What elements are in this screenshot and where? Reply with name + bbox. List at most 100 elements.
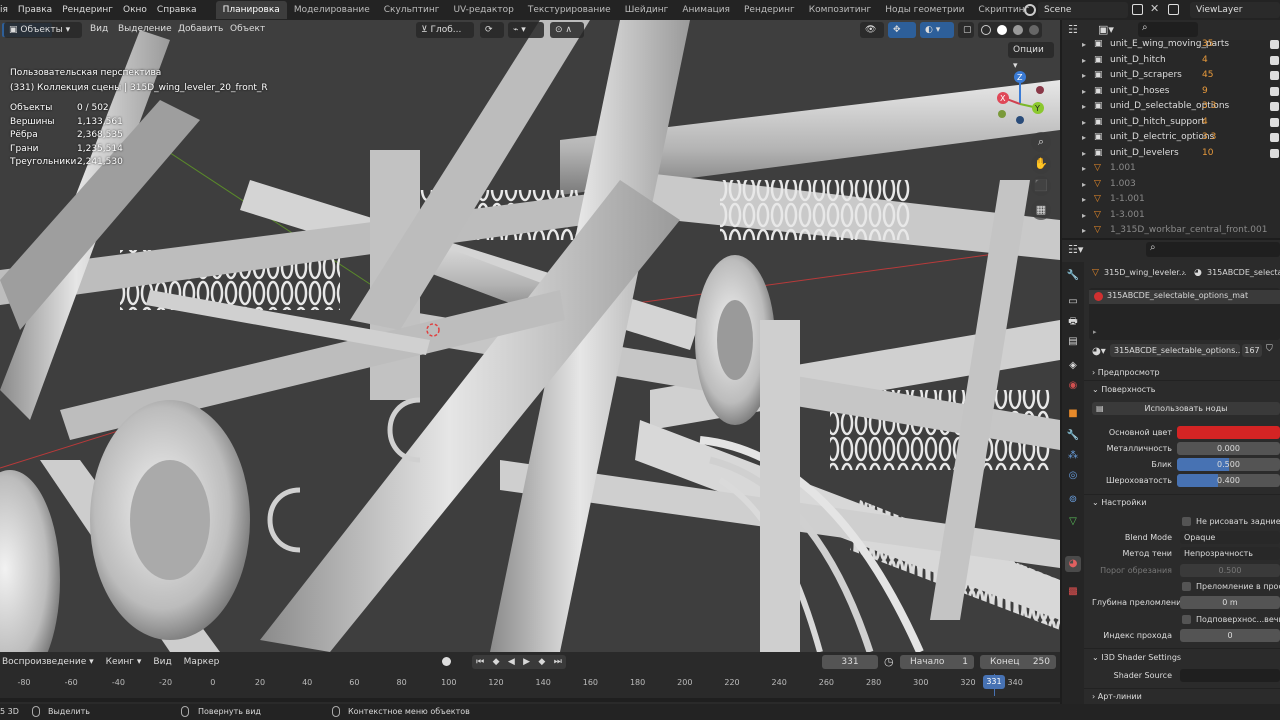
material-breadcrumb[interactable]: 315ABCDE_selectable bbox=[1207, 268, 1280, 277]
exclude-checkbox[interactable] bbox=[1270, 117, 1279, 127]
display-mode-icon[interactable]: ▣▾ bbox=[1098, 23, 1114, 36]
scene-selector[interactable]: Scene bbox=[1038, 2, 1128, 18]
material-icon[interactable] bbox=[1013, 25, 1023, 35]
backface-culling-checkbox[interactable] bbox=[1182, 517, 1191, 526]
refraction-depth-field[interactable]: 0 m bbox=[1180, 596, 1280, 609]
marker-menu[interactable]: Маркер bbox=[178, 657, 226, 667]
tab-modeling[interactable]: Моделирование bbox=[287, 1, 377, 19]
proportional-edit-toggle[interactable]: ⊙ ∧ bbox=[550, 22, 584, 38]
settings-section-header[interactable]: ⌄ Настройки bbox=[1092, 498, 1146, 507]
record-button[interactable] bbox=[442, 657, 451, 666]
mode-selector[interactable]: ▣ Объекты ▾ bbox=[4, 22, 82, 38]
tab-rendering[interactable]: Рендеринг bbox=[737, 1, 802, 19]
expand-arrow-icon[interactable]: ▸ bbox=[1082, 177, 1086, 193]
expand-arrow-icon[interactable]: ▸ bbox=[1082, 161, 1086, 177]
expand-arrow-icon[interactable]: ▸ bbox=[1082, 84, 1086, 100]
playback-menu[interactable]: Воспроизведение ▾ bbox=[0, 657, 100, 667]
wireframe-icon[interactable] bbox=[981, 25, 991, 35]
exclude-checkbox[interactable] bbox=[1270, 102, 1279, 111]
modifier-tab-icon[interactable]: 🔧 bbox=[1065, 428, 1081, 444]
menu-add[interactable]: Добавить bbox=[172, 24, 229, 34]
pass-index-field[interactable]: 0 bbox=[1180, 629, 1280, 642]
menu-view[interactable]: Вид bbox=[84, 24, 114, 34]
expand-arrow-icon[interactable]: ▸ bbox=[1082, 37, 1086, 53]
prev-keyframe-icon[interactable]: ◆ bbox=[493, 657, 500, 667]
pivot-point-dropdown[interactable]: ⟳ bbox=[480, 22, 504, 38]
navigation-gizmo[interactable]: Z Y X bbox=[990, 68, 1050, 128]
material-browse-icon[interactable]: ◕▾ bbox=[1092, 346, 1106, 357]
metallic-slider[interactable]: 0.000 bbox=[1177, 442, 1280, 455]
render-tab-icon[interactable]: ▭ bbox=[1065, 294, 1081, 310]
output-tab-icon[interactable]: 🖶 bbox=[1065, 314, 1081, 330]
roughness-slider[interactable]: 0.400 bbox=[1177, 474, 1280, 487]
material-slot-row[interactable]: 315ABCDE_selectable_options_mat bbox=[1089, 290, 1280, 304]
outliner-object-row[interactable]: ▸ ▽ 1_315D_workbar_central_front.001 bbox=[1062, 223, 1280, 238]
screen-refraction-checkbox[interactable] bbox=[1182, 582, 1191, 591]
exclude-checkbox[interactable] bbox=[1270, 133, 1279, 142]
solid-icon[interactable] bbox=[997, 25, 1007, 35]
view-menu[interactable]: Вид bbox=[147, 657, 177, 667]
outliner-object-row[interactable]: ▸ ▽ 1.001 bbox=[1062, 161, 1280, 177]
material-name-field[interactable]: 315ABCDE_selectable_options... bbox=[1110, 344, 1240, 357]
overlays-toggle[interactable]: ◐ ▾ bbox=[920, 22, 954, 38]
new-scene-icon[interactable] bbox=[1132, 4, 1143, 15]
expand-arrow-icon[interactable]: ▸ bbox=[1082, 146, 1086, 162]
specular-slider[interactable]: 0.500 bbox=[1177, 458, 1280, 471]
shadow-mode-dropdown[interactable]: Непрозрачность bbox=[1180, 547, 1280, 560]
physics-tab-icon[interactable]: ◎ bbox=[1065, 468, 1081, 484]
play-reverse-icon[interactable]: ◀ bbox=[508, 657, 515, 667]
expand-arrow-icon[interactable]: ▸ bbox=[1082, 192, 1086, 208]
3d-viewport[interactable]: ▣ Объекты ▾ Вид Выделение Добавить Объек… bbox=[0, 20, 1060, 652]
shading-modes[interactable] bbox=[978, 22, 1042, 38]
menu-window[interactable]: Окно bbox=[118, 5, 152, 15]
object-breadcrumb[interactable]: 315D_wing_leveler... bbox=[1104, 268, 1186, 277]
particles-tab-icon[interactable]: ⁂ bbox=[1065, 448, 1081, 464]
outliner-collection-row[interactable]: ▸ ▣ unit_D_scrapers 45 bbox=[1062, 68, 1280, 84]
menu-object[interactable]: Объект bbox=[224, 24, 271, 34]
clock-icon[interactable]: ◷ bbox=[884, 655, 894, 668]
outliner-collection-row[interactable]: ▸ ▣ unit_D_hoses 9 bbox=[1062, 84, 1280, 100]
exclude-checkbox[interactable] bbox=[1270, 55, 1279, 65]
menu-select[interactable]: Выделение bbox=[112, 24, 178, 34]
outliner-collection-row[interactable]: ▸ ▣ unit_E_wing_moving_parts 35 bbox=[1062, 37, 1280, 53]
snap-toggle[interactable]: ⌁ ▾ bbox=[508, 22, 544, 38]
view-layer-tab-icon[interactable]: ▤ bbox=[1065, 334, 1081, 350]
expand-arrow-icon[interactable]: ▸ bbox=[1082, 208, 1086, 224]
exclude-checkbox[interactable] bbox=[1270, 40, 1279, 49]
transform-orientation-dropdown[interactable]: ⊻ Глоб... bbox=[416, 22, 474, 38]
use-nodes-button[interactable]: ▤ Использовать ноды bbox=[1092, 402, 1280, 415]
menu-file[interactable]: ія bbox=[0, 5, 13, 15]
gizmo-toggle[interactable]: ✥ bbox=[888, 22, 916, 38]
expand-arrow-icon[interactable]: ▸ bbox=[1082, 130, 1086, 146]
material-slot-list[interactable]: 315ABCDE_selectable_options_mat ▸ bbox=[1089, 288, 1280, 340]
outliner-collection-row[interactable]: ▸ ▣ unit_D_levelers 10 bbox=[1062, 146, 1280, 162]
expand-arrow-icon[interactable]: ▸ bbox=[1082, 115, 1086, 131]
subsurface-translucency-checkbox[interactable] bbox=[1182, 615, 1191, 624]
lineart-section-header[interactable]: › Арт-линии bbox=[1092, 692, 1142, 701]
tab-texture-paint[interactable]: Текстурирование bbox=[521, 1, 618, 19]
base-color-swatch[interactable] bbox=[1177, 426, 1280, 439]
world-tab-icon[interactable]: ◉ bbox=[1065, 378, 1081, 394]
menu-render[interactable]: Рендеринг bbox=[57, 5, 118, 15]
tab-compositing[interactable]: Композитинг bbox=[802, 1, 878, 19]
outliner-collection-row[interactable]: ▸ ▣ unid_D_selectable_options 3 3 bbox=[1062, 99, 1280, 115]
i3d-shader-section-header[interactable]: ⌄ I3D Shader Settings bbox=[1092, 653, 1181, 662]
tab-sculpting[interactable]: Скульптинг bbox=[377, 1, 447, 19]
expand-arrow-icon[interactable]: ▸ bbox=[1082, 99, 1086, 115]
options-button[interactable]: Опции ▾ bbox=[1008, 42, 1054, 71]
editor-type-icon[interactable]: ☷ bbox=[1068, 23, 1078, 36]
object-tab-icon[interactable]: ■ bbox=[1065, 406, 1081, 422]
current-frame-field[interactable]: 331 bbox=[822, 655, 878, 669]
scene-tab-icon[interactable]: ◈ bbox=[1065, 358, 1081, 374]
expand-arrow-icon[interactable]: ▸ bbox=[1082, 53, 1086, 69]
exclude-checkbox[interactable] bbox=[1270, 86, 1279, 96]
material-users-count[interactable]: 167 bbox=[1242, 344, 1262, 357]
material-tab-icon[interactable]: ◕ bbox=[1065, 556, 1081, 572]
menu-help[interactable]: Справка bbox=[152, 5, 202, 15]
outliner-object-row[interactable]: ▸ ▽ 1.003 bbox=[1062, 177, 1280, 193]
expand-arrow-icon[interactable]: ▸ bbox=[1082, 223, 1086, 238]
texture-tab-icon[interactable]: ▩ bbox=[1065, 584, 1081, 600]
timeline-scrollbar[interactable] bbox=[0, 698, 1060, 702]
tab-geometry-nodes[interactable]: Ноды геометрии bbox=[878, 1, 971, 19]
play-icon[interactable]: ▶ bbox=[523, 657, 530, 667]
